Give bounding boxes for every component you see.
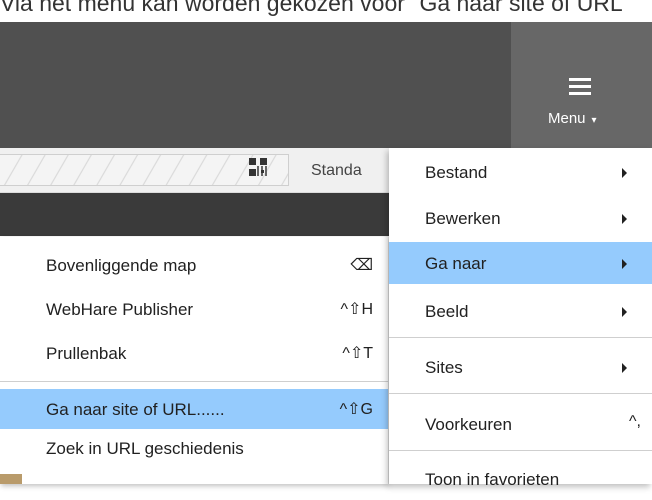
thumbnail-edge xyxy=(0,474,22,484)
shortcut-label: ^, xyxy=(629,413,641,430)
menu-item-file[interactable]: Bestand xyxy=(389,151,652,193)
menu-item-search-url-history[interactable]: Zoek in URL geschiedenis xyxy=(0,428,388,468)
menu-item-goto[interactable]: Ga naar xyxy=(389,242,652,284)
menu-button[interactable]: Menu ▾ xyxy=(511,22,652,148)
chevron-right-icon xyxy=(622,307,627,317)
menu-item-webhare-publisher[interactable]: WebHare Publisher ^⇧H xyxy=(0,289,388,329)
shortcut-label: ^⇧H xyxy=(340,301,373,318)
chevron-right-icon xyxy=(622,168,627,178)
menu-separator xyxy=(0,381,388,382)
caret-down-icon: ▾ xyxy=(591,115,597,126)
menu-separator xyxy=(389,337,652,338)
menu-button-label: Menu ▾ xyxy=(548,110,597,127)
chevron-right-icon xyxy=(622,259,627,269)
shortcut-label: ^⇧T xyxy=(342,345,373,362)
view-mode-label[interactable]: Standa xyxy=(311,162,362,180)
menu-item-view[interactable]: Beeld xyxy=(389,290,652,332)
chevron-right-icon xyxy=(622,214,627,224)
menu-item-edit[interactable]: Bewerken xyxy=(389,197,652,239)
menu-separator xyxy=(389,450,652,451)
menu-item-goto-site-or-url[interactable]: Ga naar site of URL...... ^⇧G xyxy=(0,389,388,429)
menu-separator xyxy=(389,393,652,394)
main-menu: Bestand Bewerken Ga naar Beeld Sites Voo… xyxy=(389,148,652,489)
menu-item-trash[interactable]: Prullenbak ^⇧T xyxy=(0,333,388,373)
page-caption: Via het menu kan worden gekozen voor "Ga… xyxy=(0,0,631,16)
menu-item-sites[interactable]: Sites xyxy=(389,346,652,388)
hamburger-icon xyxy=(569,78,591,96)
menu-item-parent-folder[interactable]: Bovenliggende map ⌫ xyxy=(0,245,388,285)
goto-submenu: Bovenliggende map ⌫ WebHare Publisher ^⇧… xyxy=(0,237,388,484)
chevron-right-icon xyxy=(622,363,627,373)
qr-code-icon[interactable] xyxy=(249,158,267,176)
backspace-icon: ⌫ xyxy=(350,257,373,274)
search-input[interactable] xyxy=(0,154,289,186)
shortcut-label: ^⇧G xyxy=(339,401,373,418)
menu-item-preferences[interactable]: Voorkeuren ^, xyxy=(389,403,652,445)
menu-item-show-in-favorites[interactable]: Toon in favorieten xyxy=(389,458,652,500)
list-header-strip xyxy=(0,193,410,236)
